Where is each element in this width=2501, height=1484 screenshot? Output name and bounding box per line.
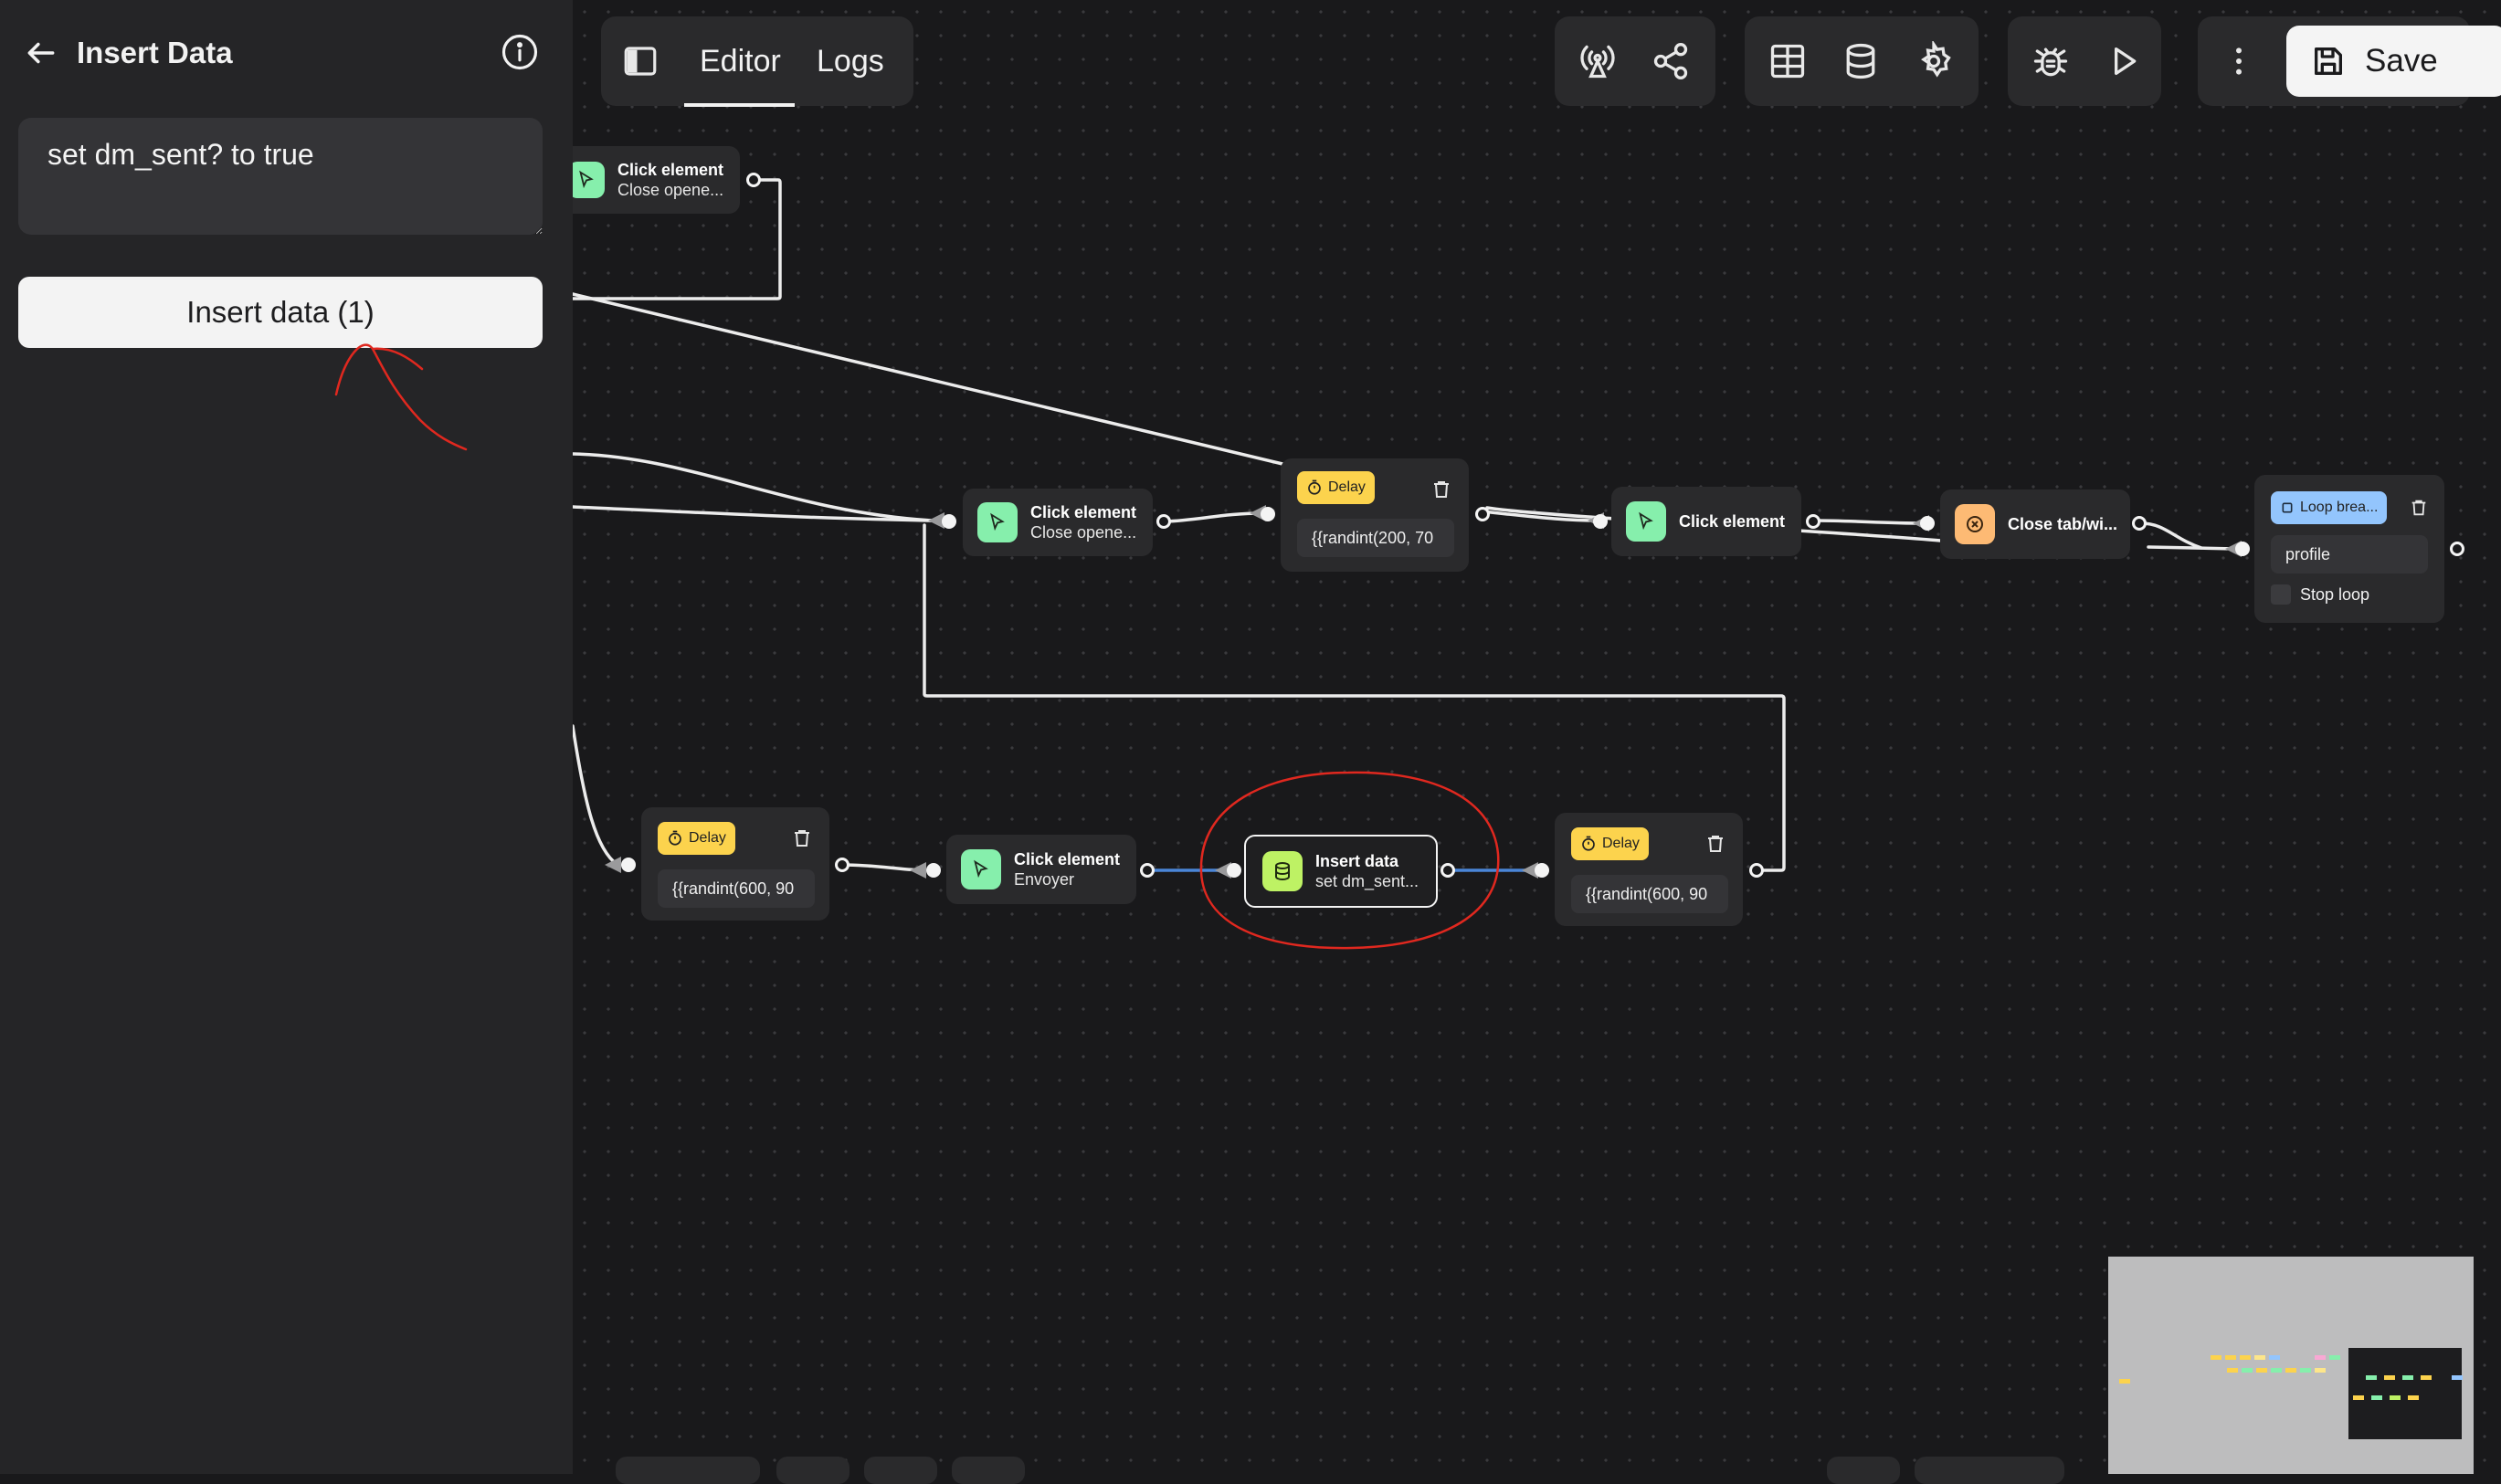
broadcast-button[interactable] bbox=[1573, 37, 1622, 86]
run-group bbox=[2008, 16, 2161, 106]
view-tabs-group: Editor Logs bbox=[601, 16, 913, 106]
minimap[interactable] bbox=[2108, 1257, 2474, 1474]
play-icon bbox=[2115, 47, 2137, 76]
database-icon bbox=[1846, 43, 1875, 79]
canvas-control[interactable] bbox=[952, 1457, 1025, 1484]
save-label: Save bbox=[2365, 43, 2438, 79]
debug-button[interactable] bbox=[2026, 37, 2075, 86]
data-group bbox=[1745, 16, 1979, 106]
more-button[interactable] bbox=[2214, 37, 2264, 86]
minimap-viewport[interactable] bbox=[2348, 1348, 2462, 1439]
share-group bbox=[1555, 16, 1715, 106]
active-tab-indicator bbox=[684, 103, 795, 107]
tab-editor[interactable]: Editor bbox=[700, 38, 781, 84]
tab-logs[interactable]: Logs bbox=[817, 38, 884, 84]
canvas-control[interactable] bbox=[864, 1457, 937, 1484]
share-button[interactable] bbox=[1646, 37, 1695, 86]
settings-icon bbox=[1921, 41, 1951, 78]
sidebar-toggle-button[interactable] bbox=[616, 37, 665, 86]
table-button[interactable] bbox=[1763, 37, 1812, 86]
insert-data-panel: Insert Data set dm_sent? to true Insert … bbox=[0, 0, 573, 1474]
run-button[interactable] bbox=[2099, 37, 2148, 86]
storage-button[interactable] bbox=[1836, 37, 1885, 86]
annotation-arrow bbox=[334, 343, 468, 451]
more-vertical-icon bbox=[2236, 47, 2242, 75]
canvas-control[interactable] bbox=[776, 1457, 849, 1484]
bug-icon bbox=[2033, 47, 2068, 77]
table-icon bbox=[1770, 44, 1805, 79]
save-button[interactable]: Save bbox=[2286, 26, 2501, 97]
canvas-control[interactable] bbox=[1827, 1457, 1900, 1484]
broadcast-icon bbox=[1580, 45, 1615, 79]
canvas-control[interactable] bbox=[1915, 1457, 2064, 1484]
share-icon bbox=[1653, 43, 1688, 79]
sidebar-toggle-icon bbox=[624, 47, 657, 76]
settings-button[interactable] bbox=[1909, 37, 1958, 86]
canvas-control[interactable] bbox=[616, 1457, 760, 1484]
save-icon bbox=[2315, 47, 2342, 76]
